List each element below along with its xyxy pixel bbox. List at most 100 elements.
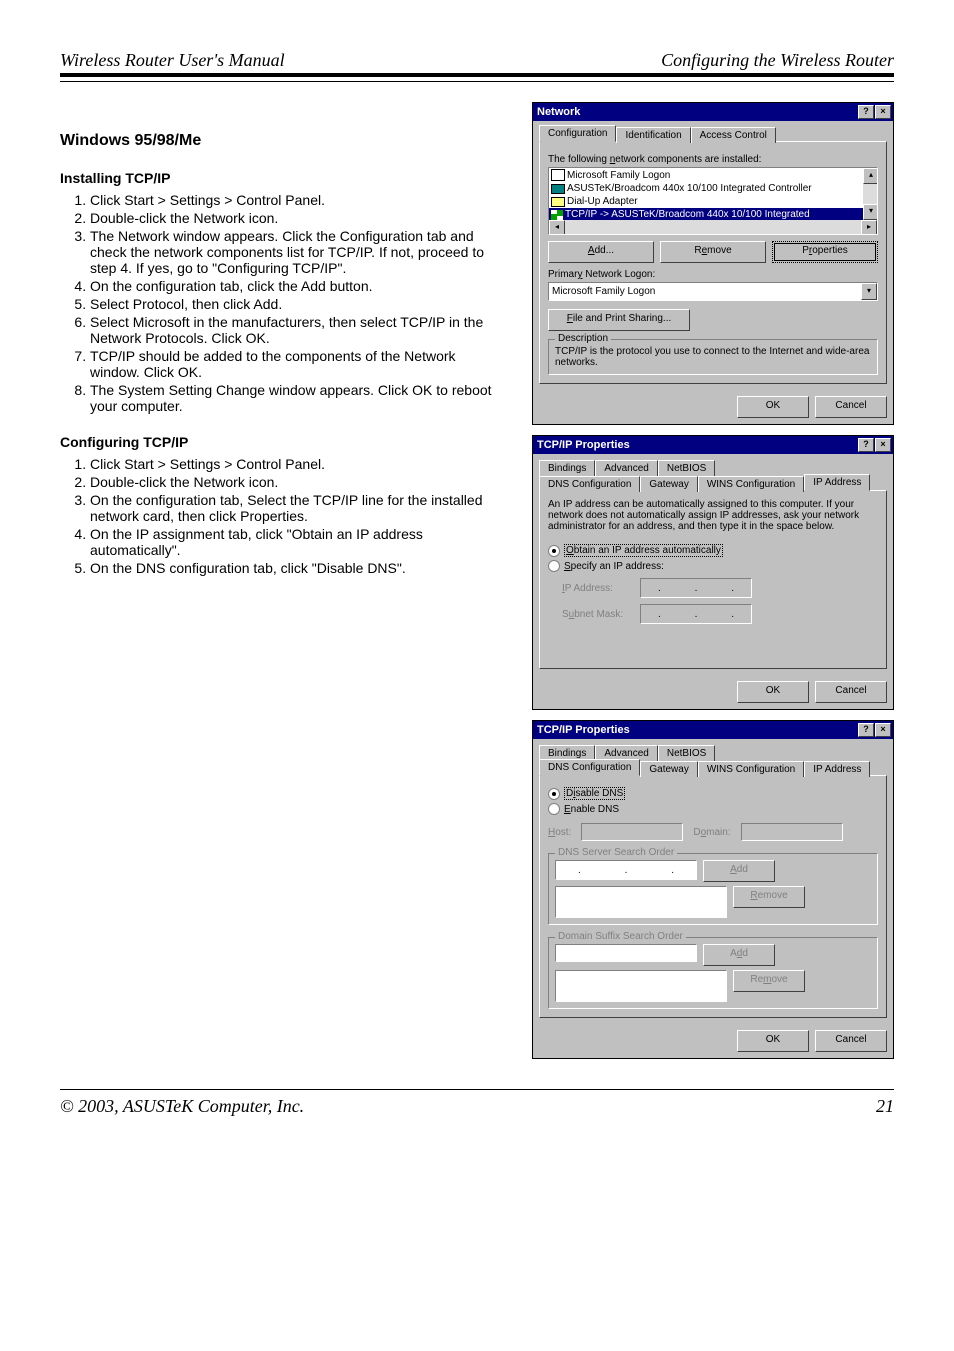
dialog-title: TCP/IP Properties	[537, 724, 630, 736]
tab-advanced[interactable]: Advanced	[595, 460, 657, 476]
domain-label: Domain:	[693, 827, 730, 838]
tab-gateway[interactable]: Gateway	[640, 476, 697, 492]
adapter-icon	[551, 184, 565, 194]
scrollbar-vertical[interactable]: ▴ ▾	[863, 168, 877, 220]
scrollbar-horizontal[interactable]: ◂ ▸	[549, 220, 877, 234]
host-label: Host:	[548, 827, 571, 838]
add-button[interactable]: Add...	[548, 241, 654, 263]
components-caption: The following network components are ins…	[548, 154, 878, 165]
body-text: Windows 95/98/Me Installing TCP/IP Click…	[60, 102, 502, 1059]
host-input	[581, 823, 683, 841]
titlebar: Network ? ×	[533, 103, 893, 121]
heading-install: Installing TCP/IP	[60, 170, 502, 186]
help-icon[interactable]: ?	[858, 105, 874, 119]
dns-server-input: ...	[555, 860, 697, 880]
file-print-sharing-button[interactable]: File and Print Sharing...	[548, 309, 690, 331]
ok-button[interactable]: OK	[737, 396, 809, 418]
close-icon[interactable]: ×	[875, 438, 891, 452]
ip-address-input: ...	[640, 578, 752, 598]
tab-netbios[interactable]: NetBIOS	[658, 745, 715, 761]
description-text: TCP/IP is the protocol you use to connec…	[555, 346, 871, 368]
dns-add-button: Add	[703, 860, 775, 882]
rule-thin	[60, 81, 894, 82]
radio-auto-ip-label: Obtain an IP address automatically	[564, 544, 723, 557]
tab-access-control[interactable]: Access Control	[691, 127, 776, 143]
dropdown-icon[interactable]: ▾	[861, 283, 877, 300]
tab-netbios[interactable]: NetBIOS	[658, 460, 715, 476]
dns-order-label: DNS Server Search Order	[555, 847, 677, 858]
tab-identification[interactable]: Identification	[616, 127, 690, 143]
dialup-icon	[551, 197, 565, 207]
step: Select Microsoft in the manufacturers, t…	[90, 314, 502, 346]
cancel-button[interactable]: Cancel	[815, 396, 887, 418]
scroll-up-icon[interactable]: ▴	[863, 168, 878, 184]
tab-wins[interactable]: WINS Configuration	[698, 476, 804, 492]
domain-input	[741, 823, 843, 841]
dns-server-list	[555, 886, 727, 918]
step: On the configuration tab, Select the TCP…	[90, 492, 502, 524]
radio-disable-dns[interactable]	[548, 788, 560, 800]
properties-button[interactable]: Properties	[772, 241, 878, 263]
remove-button[interactable]: Remove	[660, 241, 766, 263]
step: Click Start > Settings > Control Panel.	[90, 456, 502, 472]
network-dialog: Network ? × Configuration Identification…	[532, 102, 894, 425]
radio-enable-dns[interactable]	[548, 803, 560, 815]
titlebar: TCP/IP Properties ? ×	[533, 436, 893, 454]
help-icon[interactable]: ?	[858, 438, 874, 452]
tab-bindings[interactable]: Bindings	[539, 460, 595, 476]
suffix-add-button: Add	[703, 944, 775, 966]
close-icon[interactable]: ×	[875, 723, 891, 737]
step: Double-click the Network icon.	[90, 474, 502, 490]
list-item[interactable]: Microsoft Family Logon	[549, 168, 877, 182]
suffix-order-label: Domain Suffix Search Order	[555, 931, 686, 942]
subnet-mask-label: Subnet Mask:	[562, 609, 632, 620]
step: Double-click the Network icon.	[90, 210, 502, 226]
step: The System Setting Change window appears…	[90, 382, 502, 414]
protocol-icon	[551, 210, 563, 220]
tab-wins[interactable]: WINS Configuration	[698, 761, 804, 777]
ip-explanation: An IP address can be automatically assig…	[548, 499, 878, 532]
tcpip-ip-dialog: TCP/IP Properties ? × Bindings Advanced …	[532, 435, 894, 710]
cancel-button[interactable]: Cancel	[815, 1030, 887, 1052]
close-icon[interactable]: ×	[875, 105, 891, 119]
step: Select Protocol, then click Add.	[90, 296, 502, 312]
help-icon[interactable]: ?	[858, 723, 874, 737]
tab-configuration[interactable]: Configuration	[539, 125, 616, 142]
list-item[interactable]: ASUSTeK/Broadcom 440x 10/100 Integrated …	[549, 182, 877, 195]
titlebar: TCP/IP Properties ? ×	[533, 721, 893, 739]
tab-ip-address[interactable]: IP Address	[804, 761, 870, 777]
radio-disable-dns-label: Disable DNS	[564, 787, 625, 800]
suffix-remove-button: Remove	[733, 970, 805, 992]
footer-page-number: 21	[876, 1096, 894, 1117]
step: TCP/IP should be added to the components…	[90, 348, 502, 380]
components-listbox[interactable]: Microsoft Family Logon ASUSTeK/Broadcom …	[548, 167, 878, 235]
rule-thick	[60, 73, 894, 77]
cancel-button[interactable]: Cancel	[815, 681, 887, 703]
step: On the configuration tab, click the Add …	[90, 278, 502, 294]
footer-copyright: © 2003, ASUSTeK Computer, Inc.	[60, 1096, 304, 1117]
tab-dns[interactable]: DNS Configuration	[539, 476, 640, 492]
dns-remove-button: Remove	[733, 886, 805, 908]
ip-address-label: IP Address:	[562, 583, 632, 594]
list-item[interactable]: Dial-Up Adapter	[549, 195, 877, 208]
step: On the IP assignment tab, click "Obtain …	[90, 526, 502, 558]
tab-ip-address[interactable]: IP Address	[804, 474, 870, 491]
scroll-right-icon[interactable]: ▸	[861, 220, 877, 235]
suffix-list	[555, 970, 727, 1002]
scroll-left-icon[interactable]: ◂	[549, 220, 565, 235]
heading-os: Windows 95/98/Me	[60, 132, 502, 150]
ok-button[interactable]: OK	[737, 681, 809, 703]
tab-gateway[interactable]: Gateway	[640, 761, 697, 777]
radio-auto-ip[interactable]	[548, 545, 560, 557]
tcpip-dns-dialog: TCP/IP Properties ? × Bindings Advanced …	[532, 720, 894, 1059]
radio-specify-ip-label: Specify an IP address:	[564, 561, 664, 572]
description-label: Description	[555, 333, 611, 344]
radio-specify-ip[interactable]	[548, 560, 560, 572]
header-right: Configuring the Wireless Router	[661, 50, 894, 71]
tab-dns[interactable]: DNS Configuration	[539, 759, 640, 776]
primary-logon-combo[interactable]: Microsoft Family Logon ▾	[548, 282, 878, 301]
header-left: Wireless Router User's Manual	[60, 50, 285, 71]
ok-button[interactable]: OK	[737, 1030, 809, 1052]
heading-configure: Configuring TCP/IP	[60, 434, 502, 450]
scroll-down-icon[interactable]: ▾	[863, 204, 878, 220]
